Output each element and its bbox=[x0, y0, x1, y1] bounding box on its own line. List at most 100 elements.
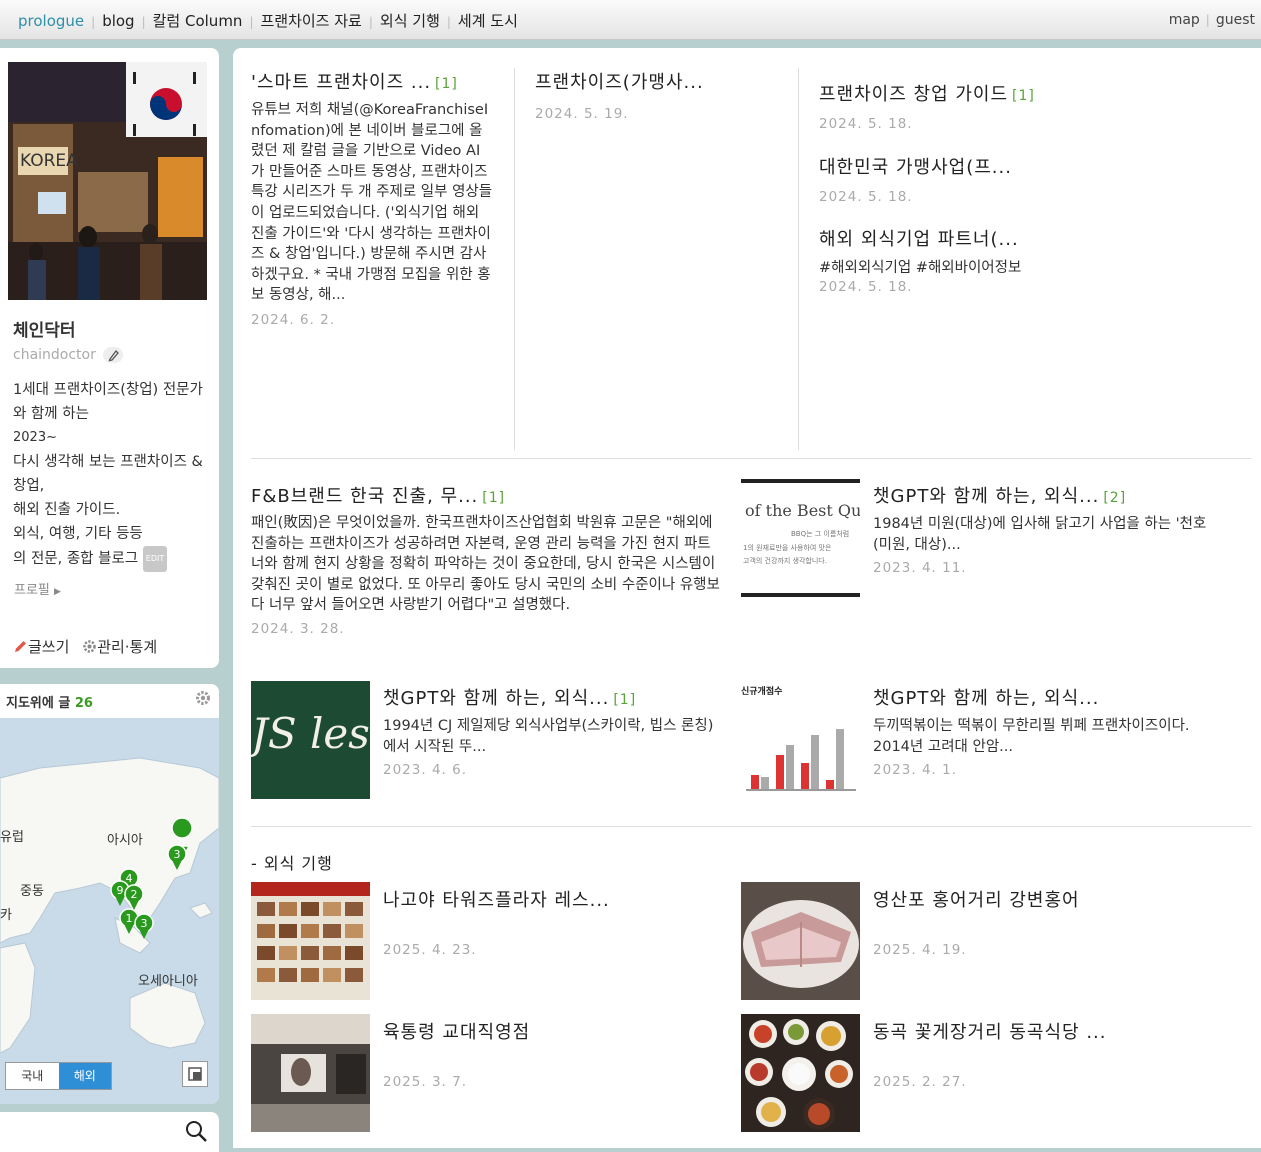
gear-icon bbox=[83, 640, 96, 653]
pin-label: 3 bbox=[141, 917, 148, 930]
post-title[interactable]: 육통령 교대직영점 bbox=[383, 1018, 723, 1044]
section-title[interactable]: - 외식 기행 bbox=[251, 850, 333, 874]
post-title[interactable]: 챗GPT와 함께 하는, 외식... bbox=[873, 684, 1213, 710]
comment-count[interactable]: [2] bbox=[1103, 490, 1126, 506]
comment-count[interactable]: [1] bbox=[482, 490, 505, 506]
post-title[interactable]: '스마트 프랜차이즈 ... bbox=[251, 72, 431, 93]
post-title[interactable]: 나고야 타워즈플라자 레스... bbox=[383, 886, 723, 912]
profile-link-label: 프로필 bbox=[14, 583, 50, 598]
map-region-toggle: 국내 해외 bbox=[5, 1062, 112, 1090]
comment-count[interactable]: [1] bbox=[1012, 88, 1035, 104]
post-thumbnail[interactable] bbox=[251, 1014, 370, 1132]
manage-stats-button[interactable]: 관리·통계 bbox=[82, 638, 157, 656]
post-card[interactable]: 챗GPT와 함께 하는, 외식... 두끼떡볶이는 떡볶이 무한리필 뷔페 프랜… bbox=[873, 684, 1213, 778]
post-card[interactable]: 대한민국 가맹사업(프... 2024. 5. 18. bbox=[819, 153, 1079, 205]
column-divider bbox=[798, 68, 799, 450]
column-divider bbox=[514, 68, 515, 450]
post-thumbnail[interactable]: JS les J bbox=[251, 681, 370, 799]
nav-divider: | bbox=[1205, 13, 1210, 27]
post-tags[interactable]: #해외외식기업 #해외바이어정보 bbox=[819, 256, 1119, 277]
world-map[interactable]: 유럽 아시아 중동 카 오세아니아 5 3 4 9 2 1 3 bbox=[0, 718, 219, 1104]
post-title[interactable]: 프랜차이즈(가맹사... bbox=[535, 68, 775, 94]
post-title[interactable]: 동곡 꽃게장거리 동곡식당 ... bbox=[873, 1018, 1213, 1044]
post-title[interactable]: 해외 외식기업 파트너(... bbox=[819, 225, 1119, 251]
post-card[interactable]: 영산포 홍어거리 강변홍어 2025. 4. 19. bbox=[873, 886, 1213, 958]
write-post-button[interactable]: 글쓰기 bbox=[13, 638, 74, 656]
post-card[interactable]: F&B브랜드 한국 진출, 무... [1] 패인(敗因)은 무엇이었을까. 한국… bbox=[251, 482, 723, 637]
post-excerpt[interactable]: 유튜브 저희 채널(@KoreaFranchiseInfomation)에 본 … bbox=[251, 100, 493, 306]
profile-link[interactable]: 프로필 ▶ bbox=[14, 579, 61, 598]
post-excerpt[interactable]: 패인(敗因)은 무엇이었을까. 한국프랜차이즈산업협회 박원휴 고문은 "해외에… bbox=[251, 513, 723, 616]
pin-label: 3 bbox=[174, 848, 181, 861]
blog-owner-name: 체인닥터 bbox=[13, 321, 76, 341]
post-card[interactable]: 육통령 교대직영점 2025. 3. 7. bbox=[383, 1018, 723, 1090]
post-thumbnail[interactable]: of the Best Qu BBQ는 그 이름처럼 1의 원재료만을 사용하여… bbox=[741, 479, 860, 597]
post-thumbnail[interactable] bbox=[741, 1014, 860, 1132]
search-panel bbox=[0, 1112, 219, 1152]
post-thumbnail[interactable]: 신규개점수 bbox=[741, 681, 860, 799]
nav-divider: | bbox=[446, 15, 451, 29]
map-pin[interactable]: 3 bbox=[167, 844, 187, 870]
map-pin-layer: 5 3 4 9 2 1 3 bbox=[110, 817, 193, 939]
nav-dining-travel[interactable]: 외식 기행 bbox=[380, 12, 440, 30]
top-nav: prologue | blog | 칼럼 Column | 프랜차이즈 자료 | 외식 기행 | 세… bbox=[0, 0, 1261, 40]
pencil-write-icon bbox=[15, 641, 26, 652]
expand-icon bbox=[188, 1067, 202, 1081]
map-settings-button[interactable] bbox=[195, 690, 211, 710]
post-excerpt[interactable]: 두끼떡볶이는 떡볶이 무한리필 뷔페 프랜차이즈이다. 2014년 고려대 안암… bbox=[873, 716, 1213, 757]
caret-right-icon: ▶ bbox=[54, 587, 61, 597]
post-title-row: 프랜차이즈 창업 가이드 [1] bbox=[819, 80, 1079, 106]
intro-line: 해외 진출 가이드. bbox=[13, 502, 121, 518]
post-title[interactable]: 챗GPT와 함께 하는, 외식... bbox=[383, 688, 609, 709]
post-card[interactable]: '스마트 프랜차이즈 ... [1] 유튜브 저희 채널(@KoreaFranch… bbox=[251, 68, 493, 328]
post-thumbnail[interactable] bbox=[251, 882, 370, 1000]
comment-count[interactable]: [1] bbox=[613, 692, 636, 708]
nav-world-cities[interactable]: 세계 도시 bbox=[458, 12, 518, 30]
post-excerpt[interactable]: 1984년 미원(대상)에 입사해 닭고기 사업을 하는 '천호(미원, 대상)… bbox=[873, 514, 1208, 555]
post-title[interactable]: 챗GPT와 함께 하는, 외식... bbox=[873, 486, 1099, 507]
post-title[interactable]: F&B브랜드 한국 진출, 무... bbox=[251, 486, 478, 507]
post-title[interactable]: 대한민국 가맹사업(프... bbox=[819, 153, 1079, 179]
nav-divider: | bbox=[368, 15, 373, 29]
tab-overseas[interactable]: 해외 bbox=[58, 1063, 111, 1089]
post-thumbnail[interactable] bbox=[741, 882, 860, 1000]
post-date: 2023. 4. 11. bbox=[873, 560, 967, 577]
map-pin[interactable]: 3 bbox=[134, 913, 154, 939]
post-card[interactable]: 챗GPT와 함께 하는, 외식... [2] 1984년 미원(대상)에 입사해 … bbox=[873, 482, 1208, 576]
post-title[interactable]: 프랜차이즈 창업 가이드 bbox=[819, 84, 1008, 105]
nav-blog[interactable]: blog bbox=[102, 12, 134, 30]
map-header-label: 지도위에 글 bbox=[6, 696, 71, 711]
comment-count[interactable]: [1] bbox=[435, 76, 458, 92]
post-card[interactable]: 동곡 꽃게장거리 동곡식당 ... 2025. 2. 27. bbox=[873, 1018, 1213, 1090]
profile-photo-image: KOREA bbox=[8, 62, 207, 300]
post-card[interactable]: 프랜차이즈(가맹사... 2024. 5. 19. bbox=[535, 68, 775, 122]
edit-intro-badge[interactable]: EDIT bbox=[142, 546, 168, 572]
profile-photo[interactable]: KOREA bbox=[8, 62, 207, 300]
post-card[interactable]: 나고야 타워즈플라자 레스... 2025. 4. 23. bbox=[383, 886, 723, 958]
gear-icon bbox=[196, 691, 210, 705]
nav-guest[interactable]: guest bbox=[1216, 12, 1255, 28]
search-button[interactable] bbox=[184, 1119, 208, 1147]
post-title-row: 챗GPT와 함께 하는, 외식... [2] bbox=[873, 482, 1208, 508]
main-content: '스마트 프랜차이즈 ... [1] 유튜브 저희 채널(@KoreaFranch… bbox=[233, 48, 1261, 1148]
post-title[interactable]: 영산포 홍어거리 강변홍어 bbox=[873, 886, 1213, 912]
map-post-count: 26 bbox=[74, 696, 93, 711]
nav-column[interactable]: 칼럼 Column bbox=[153, 12, 243, 30]
tab-domestic[interactable]: 국내 bbox=[6, 1063, 59, 1089]
thumbnail-text: 고객의 건강까지 생각합니다. bbox=[743, 557, 827, 565]
map-pin[interactable]: 2 bbox=[124, 884, 144, 910]
nav-map[interactable]: map bbox=[1169, 12, 1200, 28]
map-expand-button[interactable] bbox=[182, 1061, 208, 1087]
post-card[interactable]: 해외 외식기업 파트너(... #해외외식기업 #해외바이어정보 2024. 5… bbox=[819, 225, 1119, 295]
post-excerpt[interactable]: 1994년 CJ 제일제당 외식사업부(스카이락, 빕스 론칭)에서 시작된 뚜… bbox=[383, 716, 723, 757]
post-card[interactable]: 프랜차이즈 창업 가이드 [1] 2024. 5. 18. bbox=[819, 80, 1079, 132]
post-date: 2024. 5. 18. bbox=[819, 279, 913, 295]
nav-prologue[interactable]: prologue bbox=[18, 12, 84, 30]
blog-actions: 글쓰기 관리·통계 bbox=[13, 636, 165, 657]
post-card[interactable]: 챗GPT와 함께 하는, 외식... [1] 1994년 CJ 제일제당 외식사업… bbox=[383, 684, 723, 778]
post-date: 2023. 4. 1. bbox=[873, 762, 957, 779]
nav-franchise-data[interactable]: 프랜차이즈 자료 bbox=[260, 12, 361, 30]
edit-nickname-button[interactable] bbox=[103, 347, 124, 363]
search-icon bbox=[186, 1121, 207, 1142]
intro-line: 다시 생각해 보는 프랜차이즈 & 창업, bbox=[13, 454, 203, 494]
